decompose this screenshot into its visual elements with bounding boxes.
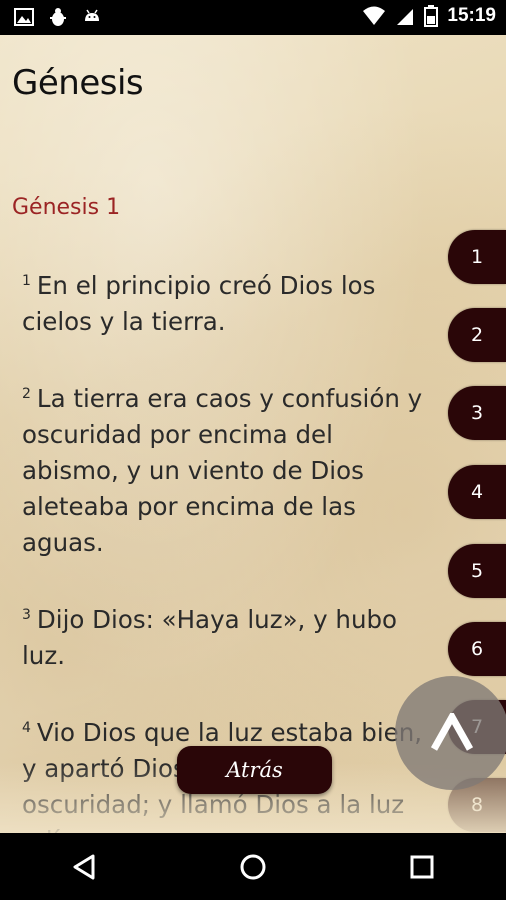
home-circle-icon bbox=[240, 854, 266, 879]
verse-number: 2 bbox=[22, 386, 31, 402]
verse: 1 En el principio creó Dios los cielos y … bbox=[22, 263, 434, 340]
chapter-button-1[interactable]: 1 bbox=[448, 230, 506, 284]
battery-icon bbox=[424, 5, 439, 27]
nav-home-button[interactable] bbox=[223, 842, 283, 892]
verse-number: 4 bbox=[22, 720, 31, 736]
recents-square-icon bbox=[410, 855, 434, 878]
cell-signal-icon bbox=[397, 9, 414, 25]
wifi-icon bbox=[363, 6, 386, 25]
chapter-button-4[interactable]: 4 bbox=[448, 465, 506, 519]
back-button[interactable]: Atrás bbox=[177, 746, 332, 794]
chapter-button-6[interactable]: 6 bbox=[448, 622, 506, 676]
debug-bug-icon bbox=[50, 8, 66, 26]
verse-text: En el principio creó Dios los cielos y l… bbox=[22, 271, 376, 336]
verse: 2 La tierra era caos y confusión y oscuri… bbox=[22, 376, 434, 561]
verse-text: Dijo Dios: «Haya luz», y hubo luz. bbox=[22, 605, 398, 670]
chapter-button-3[interactable]: 3 bbox=[448, 386, 506, 440]
status-bar: 15:19 bbox=[0, 0, 506, 35]
verse-number: 1 bbox=[22, 273, 31, 289]
book-title: Génesis bbox=[12, 63, 144, 103]
image-icon bbox=[14, 8, 34, 26]
verse: 3 Dijo Dios: «Haya luz», y hubo luz. bbox=[22, 597, 434, 674]
scroll-top-button[interactable] bbox=[395, 676, 506, 790]
chapter-button-2[interactable]: 2 bbox=[448, 308, 506, 362]
status-time: 15:19 bbox=[447, 5, 496, 26]
chevron-up-icon bbox=[430, 713, 474, 751]
chapter-heading: Génesis 1 bbox=[12, 195, 121, 220]
nav-recents-button[interactable] bbox=[392, 842, 452, 892]
status-notification-icons bbox=[14, 7, 102, 27]
nav-back-button[interactable] bbox=[54, 842, 114, 892]
back-triangle-icon bbox=[73, 854, 95, 879]
status-system-icons: 15:19 bbox=[362, 5, 496, 27]
verse-text: La tierra era caos y confusión y oscurid… bbox=[22, 384, 423, 557]
verse-number: 3 bbox=[22, 607, 31, 623]
navigation-bar bbox=[0, 833, 506, 900]
android-icon bbox=[85, 9, 99, 21]
chapter-button-5[interactable]: 5 bbox=[448, 544, 506, 598]
